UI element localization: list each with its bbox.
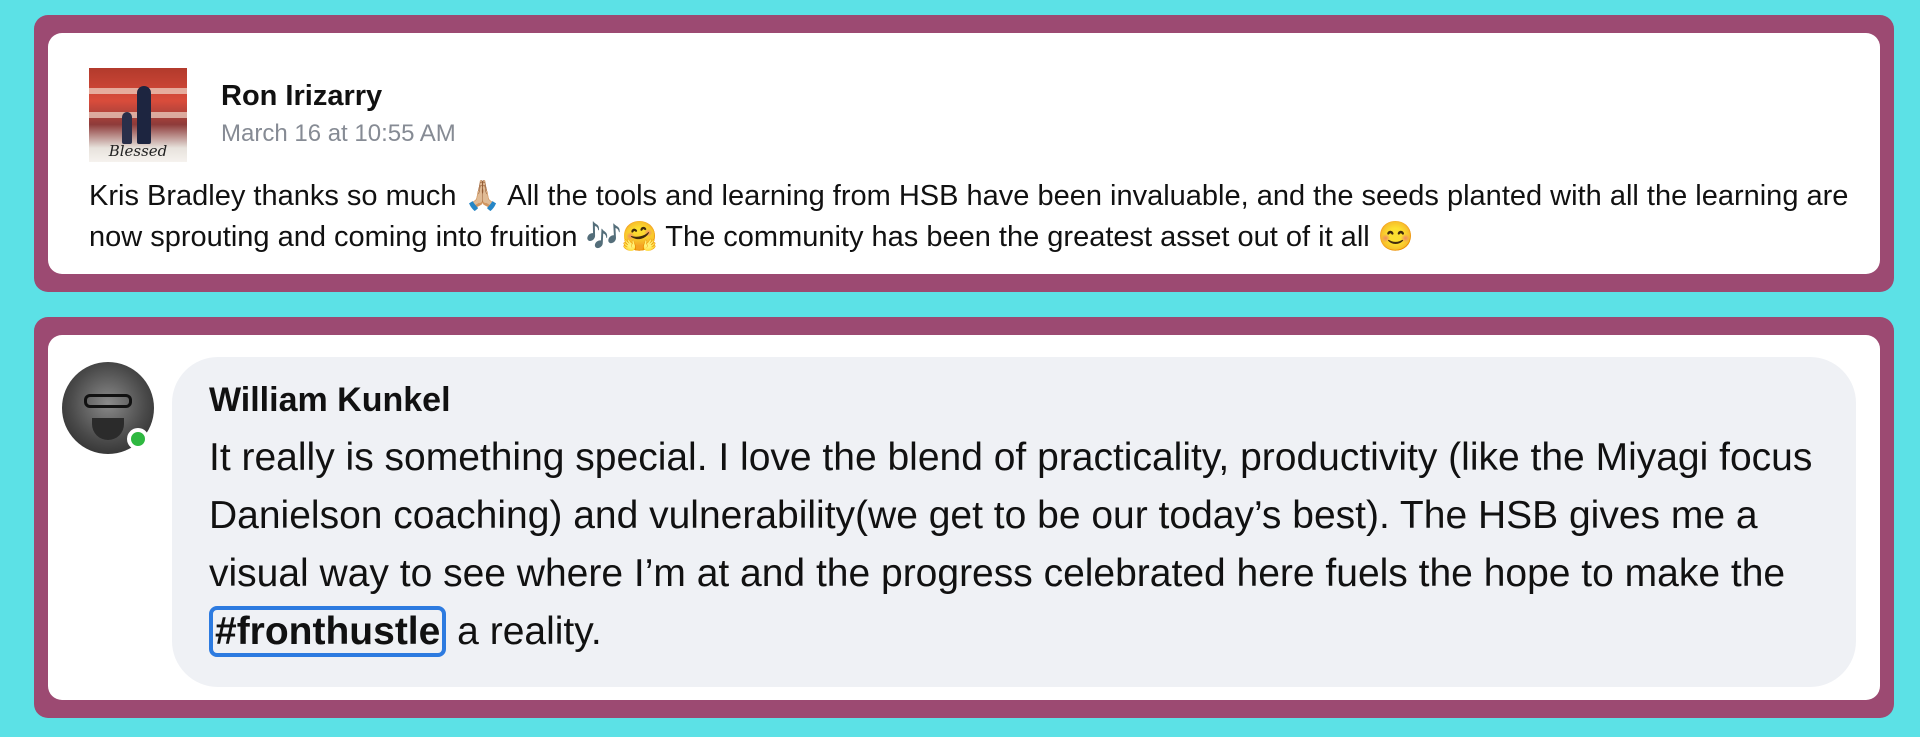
comment-card: William Kunkel It really is something sp…: [48, 335, 1880, 700]
avatar[interactable]: Blessed: [89, 68, 187, 162]
comment-text: a reality.: [446, 610, 602, 653]
hashtag-link[interactable]: #fronthustle: [209, 606, 447, 657]
comment-body: It really is something special. I love t…: [209, 429, 1839, 661]
avatar-glasses: [84, 394, 132, 408]
post-frame-2: William Kunkel It really is something sp…: [34, 317, 1894, 718]
avatar-person: [137, 86, 151, 144]
avatar-person: [122, 112, 132, 144]
post-card-1: Blessed Ron Irizarry March 16 at 10:55 A…: [48, 33, 1880, 274]
author-name[interactable]: Ron Irizarry: [221, 80, 382, 113]
comment-text: It really is something special. I love t…: [209, 436, 1813, 595]
post-body: Kris Bradley thanks so much 🙏🏼 All the t…: [89, 180, 1849, 253]
avatar-caption: Blessed: [108, 142, 168, 160]
author-name[interactable]: William Kunkel: [209, 381, 451, 420]
post-timestamp[interactable]: March 16 at 10:55 AM: [221, 120, 456, 148]
post-frame-1: Blessed Ron Irizarry March 16 at 10:55 A…: [34, 15, 1894, 292]
online-status-icon: [127, 428, 149, 450]
avatar-beard: [92, 418, 124, 440]
comment-bubble: William Kunkel It really is something sp…: [172, 357, 1856, 687]
